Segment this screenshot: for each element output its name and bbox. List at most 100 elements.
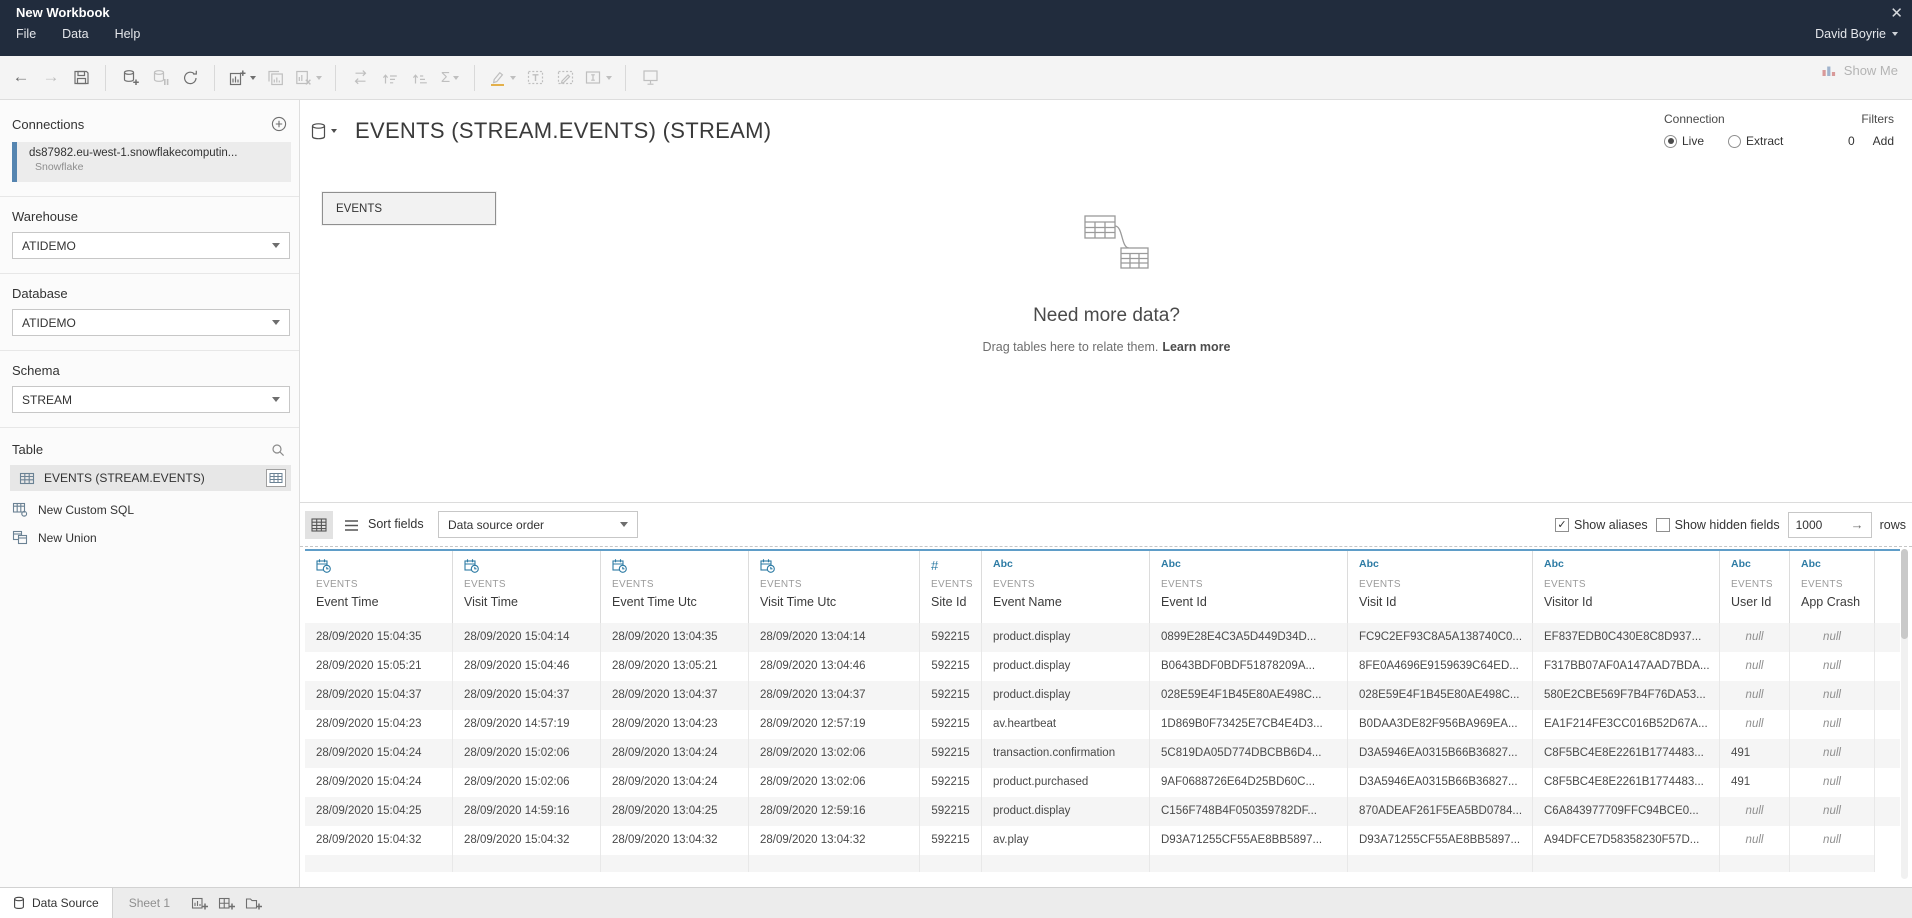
table-row[interactable]: 28/09/2020 15:05:2128/09/2020 15:04:4628… bbox=[305, 652, 1900, 681]
menu-help[interactable]: Help bbox=[115, 27, 141, 41]
close-icon[interactable]: ✕ bbox=[1890, 4, 1903, 22]
learn-more-link[interactable]: Learn more bbox=[1162, 340, 1230, 354]
column-header-visit-time-utc[interactable]: EVENTSVisit Time Utc bbox=[749, 551, 920, 623]
chevron-down-icon bbox=[331, 129, 337, 133]
column-header-event-time-utc[interactable]: EVENTSEvent Time Utc bbox=[601, 551, 749, 623]
add-connection-icon[interactable] bbox=[271, 116, 287, 132]
field-table-label: EVENTS bbox=[1731, 579, 1789, 590]
table-row[interactable]: 28/09/2020 15:04:3228/09/2020 15:04:3228… bbox=[305, 826, 1900, 855]
column-header-visitor-id[interactable]: AbcEVENTSVisitor Id bbox=[1533, 551, 1720, 623]
table-row[interactable]: 28/09/2020 15:04:2528/09/2020 14:59:1628… bbox=[305, 797, 1900, 826]
column-header-app-crash[interactable]: AbcEVENTSApp Crash bbox=[1790, 551, 1875, 623]
grid-cell: 28/09/2020 15:04:32 bbox=[305, 826, 453, 855]
undo-button[interactable]: ← bbox=[6, 63, 36, 93]
pause-auto-updates-icon bbox=[151, 68, 170, 87]
table-row[interactable]: 28/09/2020 15:04:3728/09/2020 15:04:3728… bbox=[305, 681, 1900, 710]
show-me-icon bbox=[1821, 63, 1837, 78]
string-field-icon: Abc bbox=[1801, 558, 1874, 575]
sort-fields-label: Sort fields bbox=[368, 517, 424, 531]
table-row-partial bbox=[305, 855, 1900, 872]
new-worksheet-button[interactable] bbox=[224, 63, 260, 93]
field-table-label: EVENTS bbox=[931, 579, 981, 590]
table-row[interactable]: 28/09/2020 15:04:2328/09/2020 14:57:1928… bbox=[305, 710, 1900, 739]
grid-cell: 491 bbox=[1720, 768, 1790, 797]
table-row[interactable]: 28/09/2020 15:04:3528/09/2020 15:04:1428… bbox=[305, 623, 1900, 652]
grid-cell: 580E2CBE569F7B4F76DA53... bbox=[1533, 681, 1720, 710]
new-custom-sql-button[interactable]: New Custom SQL bbox=[0, 491, 299, 519]
sidebar-item-events-table[interactable]: EVENTS (STREAM.EVENTS) bbox=[10, 465, 291, 491]
grid-cell bbox=[601, 855, 749, 872]
grid-cell: 28/09/2020 13:04:14 bbox=[749, 623, 920, 652]
warehouse-select[interactable]: ATIDEMO bbox=[12, 232, 290, 259]
number-field-icon: # bbox=[931, 558, 981, 575]
toolbar-separator bbox=[335, 65, 336, 91]
metadata-view-button[interactable] bbox=[337, 511, 365, 539]
new-union-button[interactable]: New Union bbox=[0, 519, 299, 547]
column-header-user-id[interactable]: AbcEVENTSUser Id bbox=[1720, 551, 1790, 623]
column-header-event-id[interactable]: AbcEVENTSEvent Id bbox=[1150, 551, 1348, 623]
live-radio[interactable] bbox=[1664, 135, 1677, 148]
new-worksheet-button[interactable] bbox=[186, 888, 213, 918]
database-select[interactable]: ATIDEMO bbox=[12, 309, 290, 336]
fit-icon bbox=[584, 68, 603, 87]
user-menu[interactable]: David Boyrie bbox=[1815, 27, 1898, 41]
grid-cell: 28/09/2020 15:02:06 bbox=[453, 739, 601, 768]
grid-cell: C156F748B4F050359782DF... bbox=[1150, 797, 1348, 826]
search-icon[interactable] bbox=[271, 443, 285, 457]
sort-fields-select[interactable]: Data source order bbox=[438, 511, 638, 538]
grid-cell: null bbox=[1720, 652, 1790, 681]
row-count-input[interactable]: 1000 → bbox=[1788, 512, 1872, 538]
show-me-button[interactable]: Show Me bbox=[1821, 63, 1898, 78]
grid-view-button[interactable] bbox=[305, 511, 333, 539]
show-aliases-toggle[interactable]: ✓ Show aliases bbox=[1555, 518, 1648, 532]
apply-row-count-icon[interactable]: → bbox=[1851, 517, 1864, 532]
sheet-tab-bar: Data Source Sheet 1 bbox=[0, 887, 1912, 918]
grid-cell: C8F5BC4E8E2261B1774483... bbox=[1533, 739, 1720, 768]
table-preview-button[interactable] bbox=[266, 469, 286, 487]
menu-data[interactable]: Data bbox=[62, 27, 88, 41]
column-header-event-name[interactable]: AbcEVENTSEvent Name bbox=[982, 551, 1150, 623]
new-story-button[interactable] bbox=[240, 888, 267, 918]
row-count-value: 1000 bbox=[1796, 518, 1823, 532]
table-row[interactable]: 28/09/2020 15:04:2428/09/2020 15:02:0628… bbox=[305, 739, 1900, 768]
grid-cell: 592215 bbox=[920, 710, 982, 739]
column-header-site-id[interactable]: #EVENTSSite Id bbox=[920, 551, 982, 623]
grid-cell: D3A5946EA0315B66B36827... bbox=[1348, 768, 1533, 797]
column-header-visit-time[interactable]: EVENTSVisit Time bbox=[453, 551, 601, 623]
scrollbar-thumb[interactable] bbox=[1901, 549, 1908, 639]
column-header-event-time[interactable]: EVENTSEvent Time bbox=[305, 551, 453, 623]
vertical-scrollbar[interactable] bbox=[1901, 549, 1908, 879]
run-auto-updates-button[interactable] bbox=[175, 63, 205, 93]
new-dashboard-button[interactable] bbox=[213, 888, 240, 918]
new-data-source-button[interactable] bbox=[115, 63, 145, 93]
tab-data-source[interactable]: Data Source bbox=[0, 888, 113, 918]
field-name-label: Visit Time Utc bbox=[760, 595, 919, 609]
show-hidden-fields-toggle[interactable]: Show hidden fields bbox=[1656, 518, 1780, 532]
grid-cell: 28/09/2020 15:04:23 bbox=[305, 710, 453, 739]
extract-radio[interactable] bbox=[1728, 135, 1741, 148]
grid-body: 28/09/2020 15:04:3528/09/2020 15:04:1428… bbox=[305, 623, 1900, 872]
grid-cell: 28/09/2020 13:02:06 bbox=[749, 768, 920, 797]
menu-file[interactable]: File bbox=[16, 27, 36, 41]
tab-sheet-1[interactable]: Sheet 1 bbox=[113, 888, 186, 918]
drag-tables-hint: Drag tables here to relate them.Learn mo… bbox=[301, 340, 1912, 354]
field-table-label: EVENTS bbox=[316, 579, 452, 590]
data-source-cylinder-icon[interactable] bbox=[310, 122, 337, 141]
string-field-icon: Abc bbox=[1731, 558, 1789, 575]
sort-descending-button bbox=[405, 63, 435, 93]
field-name-label: Event Id bbox=[1161, 595, 1347, 609]
show-aliases-checkbox[interactable]: ✓ bbox=[1555, 518, 1569, 532]
data-grid-pane: Sort fields Data source order ✓ Show ali… bbox=[300, 502, 1912, 887]
schema-select[interactable]: STREAM bbox=[12, 386, 290, 413]
save-button[interactable] bbox=[66, 63, 96, 93]
grid-cell: 28/09/2020 13:02:06 bbox=[749, 739, 920, 768]
filters-add-button[interactable]: Add bbox=[1873, 134, 1894, 148]
grid-cell: 28/09/2020 13:04:24 bbox=[601, 739, 749, 768]
column-header-visit-id[interactable]: AbcEVENTSVisit Id bbox=[1348, 551, 1533, 623]
show-me-label: Show Me bbox=[1844, 63, 1898, 78]
table-row[interactable]: 28/09/2020 15:04:2428/09/2020 15:02:0628… bbox=[305, 768, 1900, 797]
drop-zone[interactable]: Need more data? Drag tables here to rela… bbox=[301, 210, 1912, 354]
connection-item[interactable]: ds87982.eu-west-1.snowflakecomputin... S… bbox=[12, 142, 291, 182]
show-hidden-fields-checkbox[interactable] bbox=[1656, 518, 1670, 532]
grid-cell: 592215 bbox=[920, 797, 982, 826]
